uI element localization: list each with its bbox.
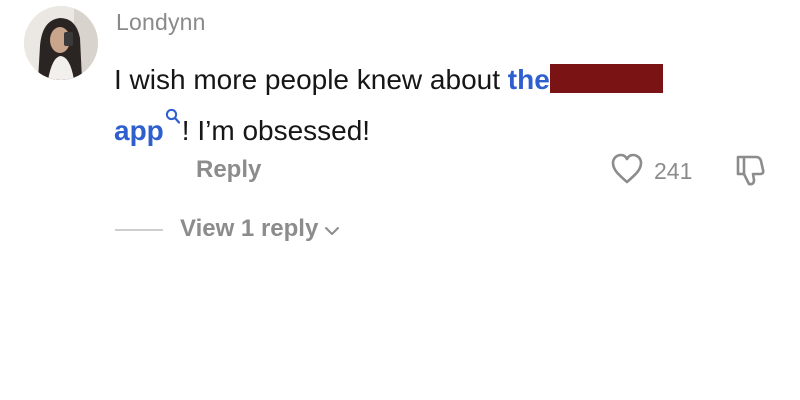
view-replies-button[interactable]: View 1 reply (180, 215, 340, 243)
thumbs-down-icon[interactable] (732, 152, 768, 188)
replies-divider (115, 229, 163, 231)
comment-text-after: ! I’m obsessed! (181, 115, 371, 146)
reply-button[interactable]: Reply (196, 156, 261, 184)
avatar[interactable] (24, 6, 98, 80)
chevron-down-icon[interactable] (324, 226, 340, 236)
like-count: 241 (654, 158, 693, 184)
search-icon[interactable] (165, 91, 181, 142)
comment-text: I wish more people knew about the app! I’… (114, 54, 754, 156)
heart-icon[interactable] (610, 152, 644, 186)
view-replies-label[interactable]: View 1 reply (180, 215, 318, 243)
avatar-image (24, 6, 98, 80)
comment-username[interactable]: Londynn (116, 9, 206, 36)
redaction-block (549, 64, 663, 93)
comment-item: Londynn I wish more people knew about th… (0, 0, 800, 400)
search-link-start[interactable]: the (508, 64, 550, 95)
search-link-end[interactable]: app (114, 115, 164, 146)
